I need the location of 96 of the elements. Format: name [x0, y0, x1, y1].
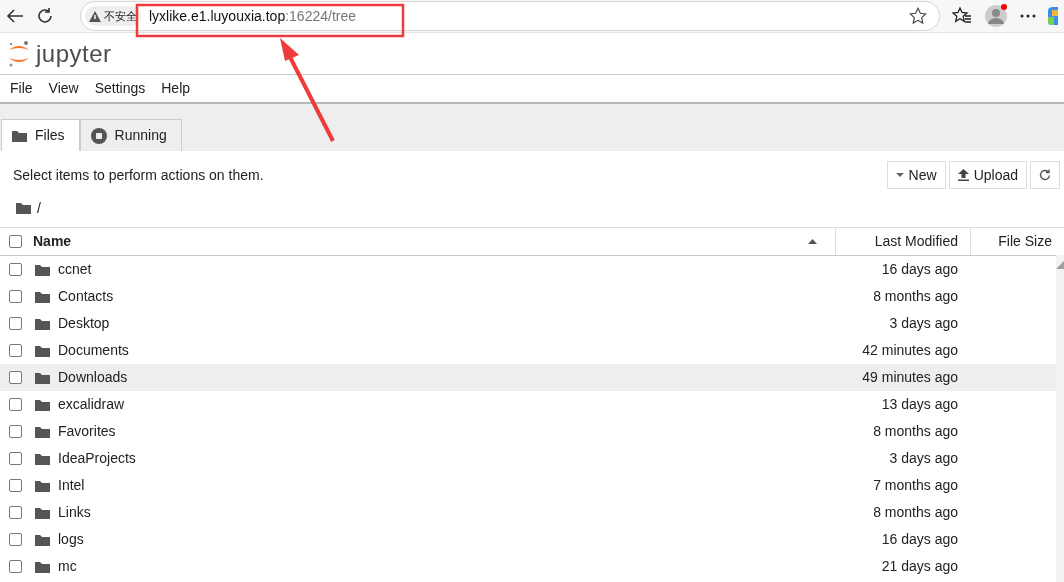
tab[interactable]: Running: [79, 119, 182, 151]
upload-icon: [957, 169, 969, 181]
folder-icon: [35, 371, 50, 384]
file-name-link[interactable]: Intel: [58, 475, 85, 496]
modified-time: 3 days ago: [889, 315, 958, 331]
folder-icon: [35, 560, 50, 573]
checkbox[interactable]: [9, 317, 22, 330]
hint-text: Select items to perform actions on them.: [13, 165, 265, 185]
file-name-link[interactable]: Desktop: [58, 313, 110, 334]
menu-item[interactable]: File: [2, 78, 41, 99]
checkbox[interactable]: [9, 479, 22, 492]
new-button[interactable]: New: [886, 161, 946, 189]
file-row[interactable]: logs 16 days ago: [0, 526, 1056, 553]
modified-time: 21 days ago: [881, 558, 958, 574]
caret-icon: [895, 173, 904, 177]
column-header[interactable]: Name: [33, 231, 808, 252]
back-icon[interactable]: [6, 8, 24, 24]
modified-time: 3 days ago: [889, 450, 958, 466]
folder-icon: [35, 263, 50, 276]
file-row[interactable]: mc 21 days ago: [0, 553, 1056, 580]
file-row[interactable]: Links 8 months ago: [0, 499, 1056, 526]
file-row[interactable]: Intel 7 months ago: [0, 472, 1056, 499]
folder-icon: [35, 290, 50, 303]
file-row[interactable]: Favorites 8 months ago: [0, 418, 1056, 445]
file-name-link[interactable]: excalidraw: [58, 394, 125, 415]
file-row[interactable]: excalidraw 13 days ago: [0, 391, 1056, 418]
sort-ascending-icon[interactable]: [808, 239, 817, 244]
upload-button[interactable]: Upload: [948, 161, 1027, 189]
more-icon[interactable]: [1020, 14, 1036, 18]
file-name-link[interactable]: mc: [58, 556, 77, 577]
column-header[interactable]: Last Modified: [874, 231, 958, 252]
checkbox[interactable]: [9, 452, 22, 465]
checkbox[interactable]: [9, 425, 22, 438]
security-indicator[interactable]: 不安全: [85, 5, 141, 27]
modified-time: 8 months ago: [873, 423, 958, 439]
folder-icon: [16, 202, 31, 214]
star-icon[interactable]: [909, 7, 927, 25]
modified-time: 16 days ago: [881, 531, 958, 547]
breadcrumb-link[interactable]: /: [37, 197, 41, 219]
favorites-icon[interactable]: [952, 7, 972, 25]
refresh-icon: [1039, 169, 1051, 181]
folder-icon: [35, 533, 50, 546]
file-row[interactable]: IdeaProjects 3 days ago: [0, 445, 1056, 472]
folder-icon: [35, 479, 50, 492]
modified-time: 49 minutes ago: [862, 369, 958, 385]
file-name-link[interactable]: Documents: [58, 340, 129, 361]
folder-icon: [35, 425, 50, 438]
address-bar[interactable]: 不安全 lyxlike.e1.luyouxia.top:16224/tree: [80, 1, 940, 31]
file-row[interactable]: Contacts 8 months ago: [0, 283, 1056, 310]
jupyter-logo-icon: [8, 39, 30, 68]
file-row[interactable]: Downloads 49 minutes ago: [0, 364, 1056, 391]
folder-icon: [35, 344, 50, 357]
checkbox[interactable]: [9, 371, 22, 384]
file-row[interactable]: Documents 42 minutes ago: [0, 337, 1056, 364]
file-row[interactable]: Desktop 3 days ago: [0, 310, 1056, 337]
refresh-button[interactable]: [1030, 161, 1060, 189]
checkbox[interactable]: [9, 235, 22, 248]
checkbox[interactable]: [9, 290, 22, 303]
folder-icon: [35, 317, 50, 330]
checkbox[interactable]: [9, 344, 22, 357]
folder-icon: [35, 452, 50, 465]
folder-icon: [35, 506, 50, 519]
checkbox[interactable]: [9, 506, 22, 519]
scroll-up-icon[interactable]: [1056, 261, 1064, 269]
reload-icon[interactable]: [36, 7, 54, 25]
profile-icon[interactable]: [984, 4, 1008, 28]
file-name-link[interactable]: Favorites: [58, 421, 116, 442]
app-logo-text: jupyter: [36, 38, 112, 69]
modified-time: 13 days ago: [881, 396, 958, 412]
folder-icon: [12, 129, 27, 142]
folder-icon: [35, 398, 50, 411]
file-row[interactable]: ccnet 16 days ago: [0, 256, 1056, 283]
checkbox[interactable]: [9, 263, 22, 276]
file-name-link[interactable]: Downloads: [58, 367, 128, 388]
file-name-link[interactable]: Links: [58, 502, 91, 523]
column-header[interactable]: File Size: [998, 231, 1052, 252]
modified-time: 42 minutes ago: [862, 342, 958, 358]
file-name-link[interactable]: IdeaProjects: [58, 448, 136, 469]
modified-time: 16 days ago: [881, 261, 958, 277]
checkbox[interactable]: [9, 533, 22, 546]
url-text: lyxlike.e1.luyouxia.top:16224/tree: [149, 6, 357, 26]
file-name-link[interactable]: logs: [58, 529, 84, 550]
stop-icon: [90, 127, 107, 144]
warning-icon: [89, 10, 101, 22]
modified-time: 7 months ago: [873, 477, 958, 493]
modified-time: 8 months ago: [873, 504, 958, 520]
scrollbar[interactable]: [1056, 255, 1064, 582]
menu-item[interactable]: Help: [153, 78, 199, 99]
tab[interactable]: Files: [1, 119, 80, 151]
modified-time: 8 months ago: [873, 288, 958, 304]
checkbox[interactable]: [9, 398, 22, 411]
menu-item[interactable]: View: [40, 78, 87, 99]
file-name-link[interactable]: Contacts: [58, 286, 114, 307]
menu-item[interactable]: Settings: [86, 78, 154, 99]
checkbox[interactable]: [9, 560, 22, 573]
file-name-link[interactable]: ccnet: [58, 259, 92, 280]
